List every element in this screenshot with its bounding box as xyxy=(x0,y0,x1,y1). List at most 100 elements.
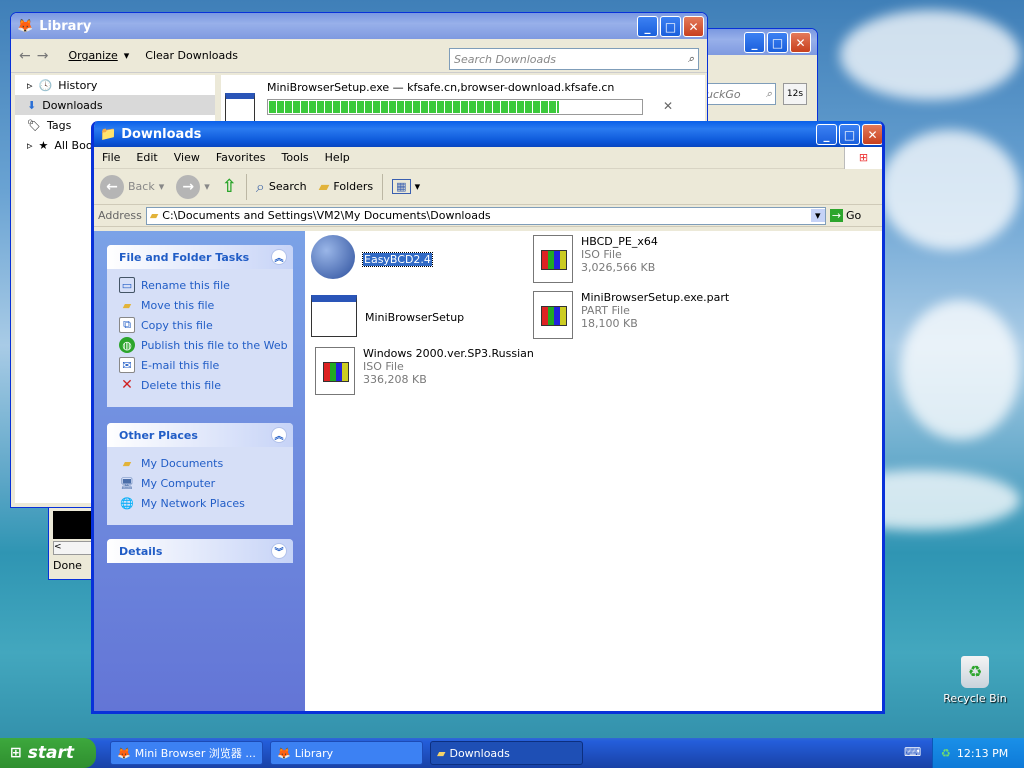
search-box[interactable]: uckGo ⌕ xyxy=(701,83,776,105)
organize-button[interactable]: Organize xyxy=(68,49,117,62)
rename-file-link[interactable]: ▭ Rename this file xyxy=(107,275,293,295)
recycle-bin-label: Recycle Bin xyxy=(943,692,1007,705)
address-dropdown-icon[interactable]: ▾ xyxy=(810,209,825,222)
go-button[interactable]: → Go xyxy=(829,209,862,222)
recycle-bin-shortcut[interactable]: ♻ Recycle Bin xyxy=(940,656,1010,705)
clear-downloads-button[interactable]: Clear Downloads xyxy=(145,49,238,62)
task-label: Copy this file xyxy=(141,318,213,332)
taskbar-label: Mini Browser 浏览器 ... xyxy=(134,747,256,760)
my-computer-link[interactable]: 🖥 My Computer xyxy=(107,473,293,493)
file-size: 18,100 KB xyxy=(581,317,638,330)
file-item[interactable]: HBCD_PE_x64 ISO File 3,026,566 KB xyxy=(533,235,658,283)
file-list-area: EasyBCD2.4 HBCD_PE_x64 ISO File 3,026,566 … xyxy=(305,231,882,711)
folders-button[interactable]: ▰ Folders xyxy=(313,179,380,195)
folder-icon: ▰ xyxy=(149,209,159,222)
panel-title: File and Folder Tasks xyxy=(119,250,250,264)
menu-help[interactable]: Help xyxy=(317,151,358,164)
time-badge[interactable]: 12s xyxy=(783,83,807,105)
taskbar-item-library[interactable]: 🦊 Library xyxy=(270,741,423,765)
close-button[interactable]: ✕ xyxy=(790,32,811,53)
forward-arrow-icon[interactable]: → xyxy=(37,48,49,64)
back-arrow-icon[interactable]: ← xyxy=(19,48,31,64)
start-button[interactable]: ⊞ start xyxy=(0,738,96,768)
forward-button[interactable]: → ▾ xyxy=(170,174,216,199)
sidebar-label: Tags xyxy=(46,118,72,132)
email-file-link[interactable]: ✉ E-mail this file xyxy=(107,355,293,375)
download-item[interactable]: MiniBrowserSetup.exe — kfsafe.cn,browser… xyxy=(221,75,705,125)
minimize-button[interactable]: _ xyxy=(816,124,837,145)
file-folder-tasks-panel: File and Folder Tasks ︽ ▭ Rename this file… xyxy=(107,245,293,407)
expand-icon[interactable]: ︾ xyxy=(271,543,287,559)
tray-update-icon[interactable]: ♻ xyxy=(941,747,951,760)
folder-icon: 📁 xyxy=(100,126,117,142)
star-icon: ★ xyxy=(38,138,49,152)
views-button[interactable]: ▦ ▾ xyxy=(386,179,426,194)
part-file-icon xyxy=(533,291,573,339)
taskbar-item-minibrowser[interactable]: 🦊 Mini Browser 浏览器 ... xyxy=(110,741,263,765)
file-item[interactable]: MiniBrowserSetup xyxy=(311,295,464,337)
up-folder-button[interactable]: ⇧ xyxy=(216,176,243,197)
clock[interactable]: 12:13 PM xyxy=(957,747,1008,760)
minimize-button[interactable]: _ xyxy=(637,16,658,37)
collapse-icon[interactable]: ︽ xyxy=(271,427,287,443)
collapse-icon[interactable]: ︽ xyxy=(271,249,287,265)
menu-favorites[interactable]: Favorites xyxy=(208,151,274,164)
address-input[interactable]: ▰ C:\Documents and Settings\VM2\My Docume… xyxy=(145,206,826,225)
menu-edit[interactable]: Edit xyxy=(128,151,165,164)
firefox-icon: 🦊 xyxy=(117,746,131,760)
minimize-button[interactable]: _ xyxy=(744,32,765,53)
magnifier-icon: ⌕ xyxy=(255,176,265,196)
maximize-button[interactable]: □ xyxy=(660,16,681,37)
window-title: Downloads xyxy=(121,126,202,142)
menu-tools[interactable]: Tools xyxy=(274,151,317,164)
copy-icon: ⧉ xyxy=(119,317,135,333)
maximize-button[interactable]: □ xyxy=(839,124,860,145)
download-progress-bar xyxy=(267,99,643,115)
status-text: Done xyxy=(53,559,82,572)
keyboard-icon[interactable]: ⌨ xyxy=(904,745,921,759)
my-network-places-link[interactable]: 🌐 My Network Places xyxy=(107,493,293,513)
system-tray: ♻ 12:13 PM xyxy=(932,738,1024,768)
iso-file-icon xyxy=(315,347,355,395)
go-label: Go xyxy=(846,209,862,222)
dropdown-icon: ▾ xyxy=(414,180,421,193)
up-arrow-icon: ⇧ xyxy=(221,176,237,197)
sidebar-item-history[interactable]: ▹ 🕓 History xyxy=(15,75,215,95)
task-label: E-mail this file xyxy=(141,358,220,372)
network-icon: 🌐 xyxy=(120,496,134,510)
cancel-download-icon[interactable]: ✕ xyxy=(663,99,673,113)
application-icon xyxy=(311,295,357,337)
taskbar-label: Downloads xyxy=(449,746,510,760)
file-name: Windows 2000.ver.SP3.Russian xyxy=(363,347,534,360)
delete-file-link[interactable]: ✕ Delete this file xyxy=(107,375,293,395)
close-button[interactable]: ✕ xyxy=(862,124,882,145)
file-item[interactable]: EasyBCD2.4 xyxy=(311,235,433,279)
publish-web-link[interactable]: ◍ Publish this file to the Web xyxy=(107,335,293,355)
sidebar-label: History xyxy=(58,78,98,92)
menu-view[interactable]: View xyxy=(166,151,208,164)
sidebar-item-downloads[interactable]: ⬇ Downloads xyxy=(15,95,215,115)
place-label: My Computer xyxy=(141,476,216,490)
move-file-link[interactable]: ▰ Move this file xyxy=(107,295,293,315)
close-button[interactable]: ✕ xyxy=(683,16,704,37)
download-icon: ⬇ xyxy=(27,98,37,112)
file-size: 3,026,566 KB xyxy=(581,261,656,274)
search-icon[interactable]: ⌕ xyxy=(766,87,772,101)
copy-file-link[interactable]: ⧉ Copy this file xyxy=(107,315,293,335)
back-button[interactable]: ← Back ▾ xyxy=(94,174,170,199)
file-item[interactable]: Windows 2000.ver.SP3.Russian ISO File 336,… xyxy=(315,347,534,395)
menu-file[interactable]: File xyxy=(94,151,128,164)
search-button[interactable]: ⌕ Search xyxy=(250,177,313,197)
file-type: PART File xyxy=(581,304,630,317)
other-places-panel: Other Places ︽ ▰ My Documents 🖥 My Computer… xyxy=(107,423,293,525)
taskbar-item-downloads[interactable]: ▰ Downloads xyxy=(430,741,583,765)
maximize-button[interactable]: □ xyxy=(767,32,788,53)
move-icon: ▰ xyxy=(122,298,132,312)
file-item[interactable]: MiniBrowserSetup.exe.part PART File 18,100… xyxy=(533,291,729,339)
place-label: My Documents xyxy=(141,456,224,470)
search-icon[interactable]: ⌕ xyxy=(688,52,694,66)
search-downloads-input[interactable]: Search Downloads ⌕ xyxy=(449,48,699,70)
address-bar: Address ▰ C:\Documents and Settings\VM2\M… xyxy=(94,205,882,227)
progress-fill xyxy=(269,101,560,113)
my-documents-link[interactable]: ▰ My Documents xyxy=(107,453,293,473)
